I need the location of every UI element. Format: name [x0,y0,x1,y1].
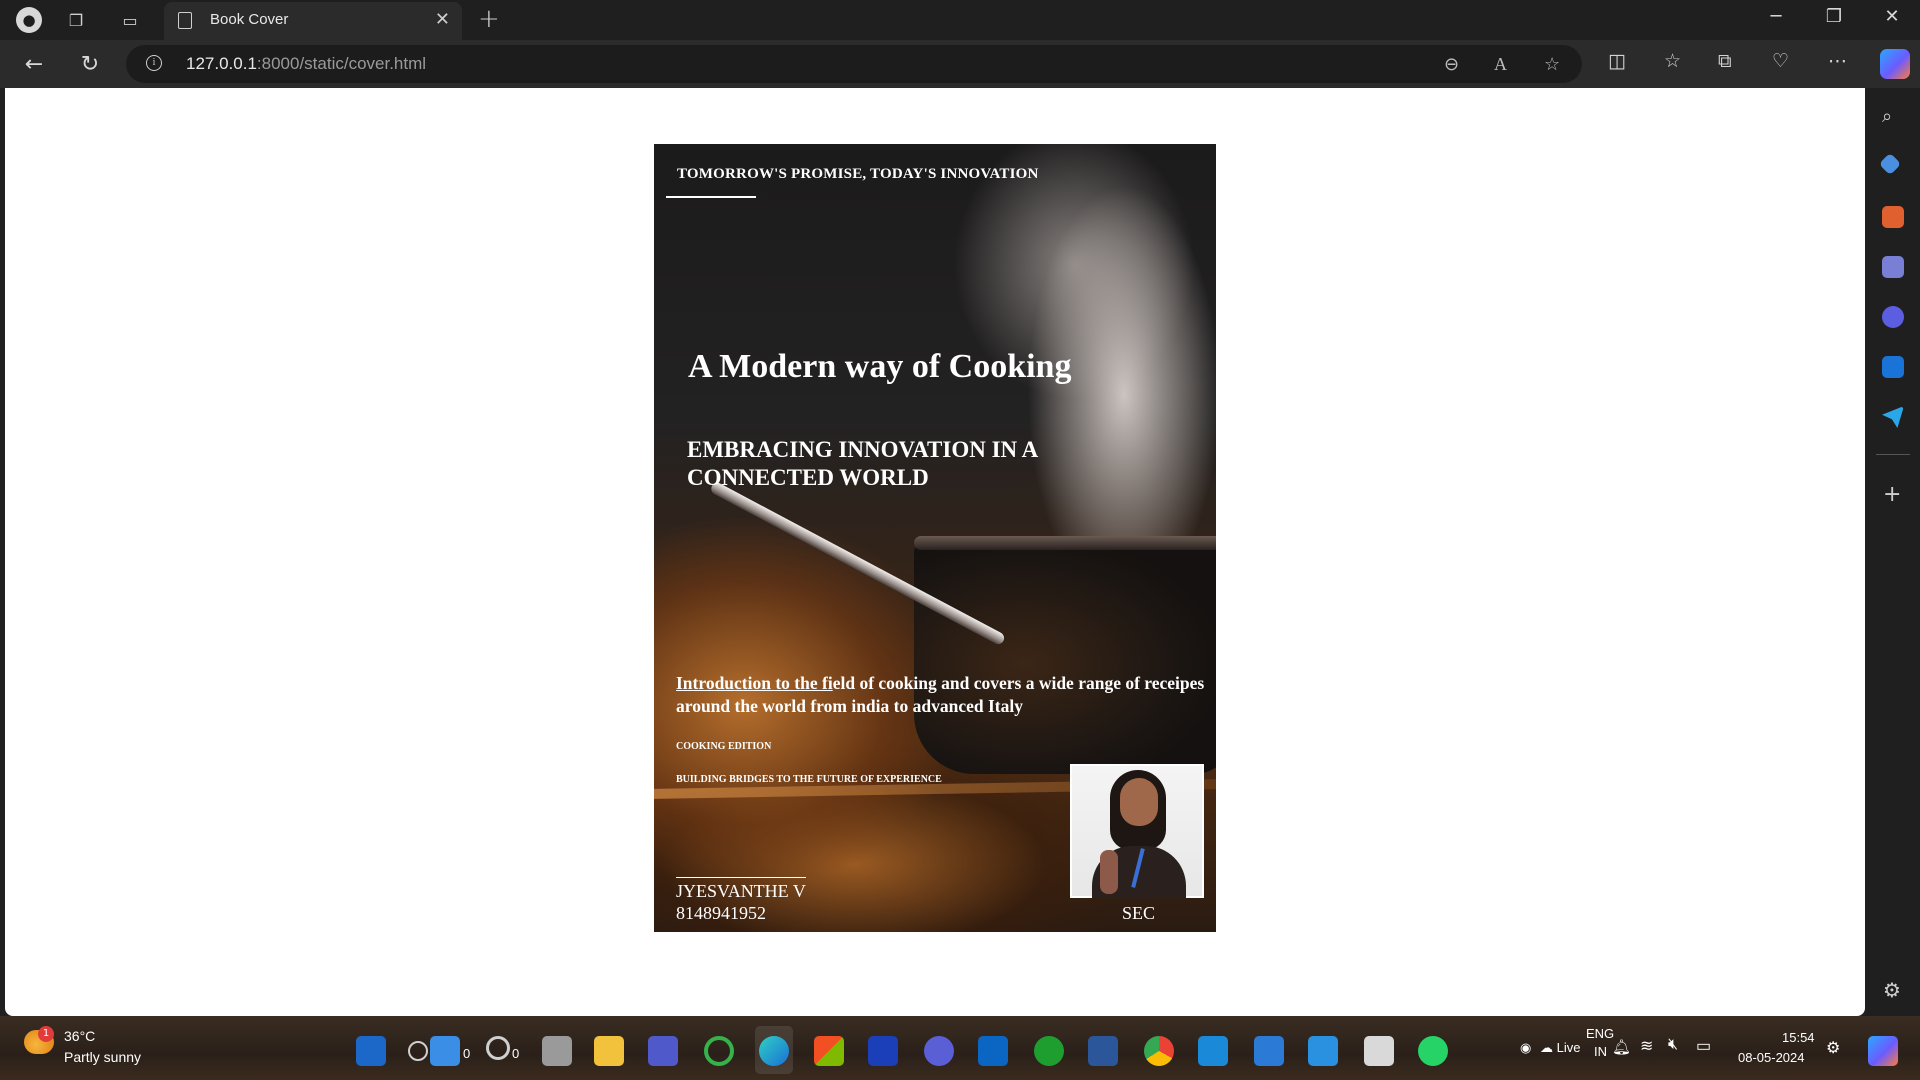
task-count-a: 0 [463,1046,471,1061]
microsoft-365-icon[interactable] [1882,306,1904,328]
zoom-out-icon[interactable]: ⊖ [1444,54,1459,75]
address-bar[interactable]: i 127.0.0.1:8000/static/cover.html ⊖ A ☆ [126,45,1582,83]
collections-icon[interactable]: ⧉ [1718,50,1732,72]
browser-toolbar: ← ↻ i 127.0.0.1:8000/static/cover.html ⊖… [0,40,1920,88]
weather-badge: 1 [38,1026,54,1042]
l-app-icon[interactable] [868,1036,898,1066]
wifi-icon[interactable]: ≋ [1640,1036,1653,1056]
new-tab-button[interactable]: + [478,4,500,34]
language-code[interactable]: ENG [1586,1026,1614,1041]
edition-label: COOKING EDITION [676,741,772,752]
outlook-icon[interactable] [1882,356,1904,378]
photos-icon[interactable] [1254,1036,1284,1066]
search-taskbar-icon[interactable] [486,1036,510,1060]
word-icon[interactable] [1088,1036,1118,1066]
games-icon[interactable] [1882,256,1904,278]
browser-title-bar: ● ❐ ▭ Book Cover ✕ + ─ ❐ ✕ [0,0,1920,40]
pot-rim [914,536,1216,550]
refresh-button[interactable]: ↻ [76,50,104,78]
browser-essentials-icon[interactable]: ♡ [1772,50,1789,72]
close-tab-icon[interactable]: ✕ [435,9,450,30]
live-indicator[interactable]: ☁ Live [1540,1040,1580,1056]
taskbar: 1 36°C Partly sunny 0 0 ◉ ☁ Live ENG IN … [0,1016,1920,1080]
start-icon[interactable] [430,1036,460,1066]
triangle-app-icon[interactable] [924,1036,954,1066]
sidebar-divider [1876,454,1910,455]
author-divider [676,877,806,878]
task-count-b: 0 [512,1046,520,1061]
minimize-button[interactable]: ─ [1756,6,1796,27]
store-icon[interactable] [814,1036,844,1066]
split-screen-icon[interactable]: ◫ [1608,50,1626,72]
url-text[interactable]: 127.0.0.1:8000/static/cover.html [186,54,426,74]
sidebar-settings-icon[interactable]: ⚙ [1883,978,1901,1002]
profile-icon[interactable]: ● [16,7,42,33]
copilot-icon[interactable] [1880,49,1910,79]
add-sidebar-app-icon[interactable]: + [1883,482,1901,507]
notification-bell-icon[interactable]: 🔔︎ [1612,1038,1631,1056]
close-window-button[interactable]: ✕ [1872,6,1912,27]
bridges-label: BUILDING BRIDGES TO THE FUTURE OF EXPERI… [676,774,942,785]
duo-app-icon[interactable] [1034,1036,1064,1066]
clock-date[interactable]: 08-05-2024 [1738,1050,1805,1065]
book-title: A Modern way of Cooking [688,348,1072,385]
snipping-tool-icon[interactable] [1364,1036,1394,1066]
author-name: JYESVANTHE V [676,881,806,901]
favorite-star-icon[interactable]: ☆ [1544,54,1560,75]
intro-text: Introduction to the field of cooking and… [676,673,1205,716]
favorites-icon[interactable]: ☆ [1664,50,1681,72]
teams-icon[interactable] [648,1036,678,1066]
search-icon[interactable]: ⌕ [1882,106,1904,128]
tools-icon[interactable] [1882,206,1904,228]
shopping-tag-icon[interactable] [1878,152,1902,176]
tab-title: Book Cover [210,11,289,28]
restore-button[interactable]: ❐ [1814,6,1854,27]
more-options-icon[interactable]: ⋯ [1828,50,1847,72]
author-organization: SEC [1122,903,1156,923]
linkedin-icon[interactable] [978,1036,1008,1066]
author-photo [1070,764,1204,898]
pot-image [914,544,1216,774]
vscode-icon[interactable] [1198,1036,1228,1066]
weather-temperature[interactable]: 36°C [64,1028,95,1044]
task-view-icon[interactable] [542,1036,572,1066]
tagline-underline [666,196,756,198]
intro-link[interactable]: Introduction to the fi [676,673,833,693]
page-icon [178,12,192,29]
page-viewport: TOMORROW'S PROMISE, TODAY'S INNOVATION A… [5,88,1865,1016]
refresh-app-icon[interactable] [704,1036,734,1066]
chrome-icon[interactable] [1144,1036,1174,1066]
read-aloud-icon[interactable]: A [1494,54,1507,75]
location-icon[interactable]: ◉ [1520,1040,1531,1056]
book-cover: TOMORROW'S PROMISE, TODAY'S INNOVATION A… [654,144,1216,932]
tab-book-cover[interactable]: Book Cover ✕ [164,2,462,40]
book-subtitle: EMBRACING INNOVATION IN A CONNECTED WORL… [687,437,1037,490]
notepad-icon[interactable] [1308,1036,1338,1066]
whatsapp-icon[interactable] [1418,1036,1448,1066]
volume-muted-icon[interactable]: 🔇︎ [1668,1036,1678,1054]
file-explorer-icon[interactable] [594,1036,624,1066]
site-info-icon[interactable]: i [146,55,162,71]
workspaces-icon[interactable]: ❐ [64,8,88,32]
widget-app-icon[interactable] [356,1036,386,1066]
author-phone: 8148941952 [676,903,766,923]
settings-tray-icon[interactable]: ⚙ [1826,1038,1840,1058]
cover-tagline: TOMORROW'S PROMISE, TODAY'S INNOVATION [677,166,1039,182]
send-icon[interactable] [1882,406,1904,428]
copilot-taskbar-icon[interactable] [1868,1036,1898,1066]
clock-time[interactable]: 15:54 [1782,1030,1815,1045]
battery-icon[interactable]: ▭ [1696,1036,1711,1056]
language-region[interactable]: IN [1594,1044,1607,1059]
back-button[interactable]: ← [20,50,48,78]
edge-icon[interactable] [759,1036,789,1066]
edge-sidebar: ⌕ + ⚙ [1866,88,1920,1016]
tab-actions-icon[interactable]: ▭ [118,8,142,32]
close-circle-icon[interactable] [408,1041,428,1061]
cloud-icon: ☁ [1540,1040,1553,1055]
weather-condition[interactable]: Partly sunny [64,1049,141,1065]
